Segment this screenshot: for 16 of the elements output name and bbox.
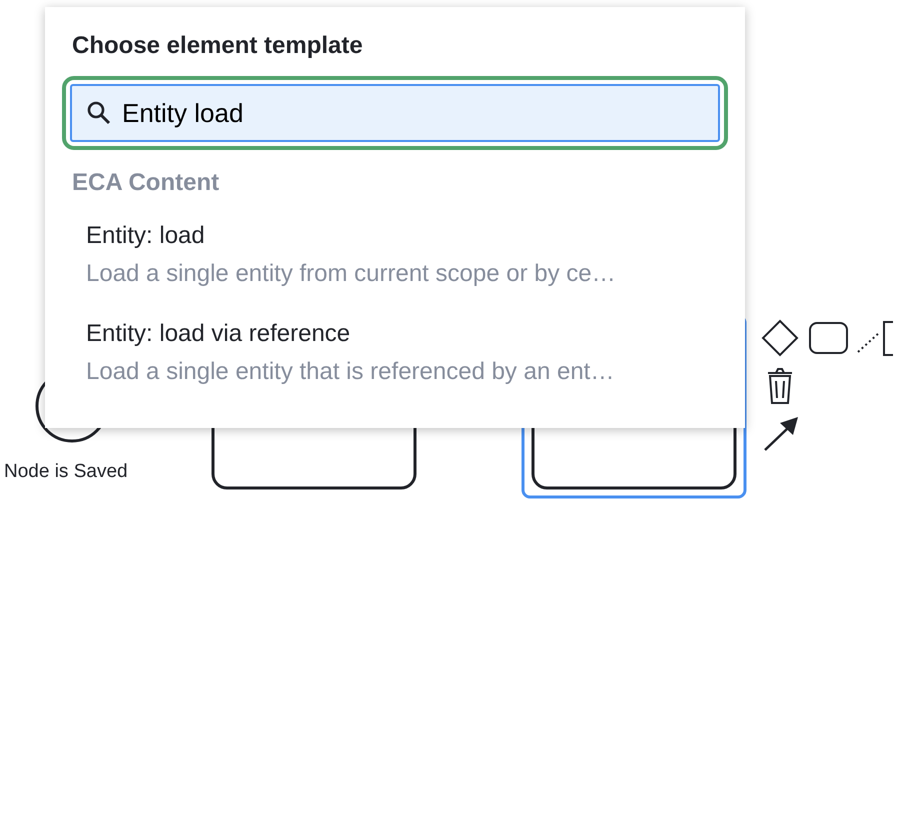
connect-arrow-icon[interactable]: [764, 417, 798, 451]
item-title: Entity: load: [86, 221, 206, 251]
item-description: Load a single entity from current scope or by ce…: [86, 259, 617, 289]
event-label: Node is Saved: [4, 460, 128, 484]
annotation-icon[interactable]: [857, 321, 893, 356]
item-title: Entity: load via reference: [86, 319, 352, 349]
task-icon[interactable]: [809, 322, 848, 354]
search-icon: [86, 100, 112, 126]
group-heading: ECA Content: [72, 168, 220, 198]
template-item[interactable]: Entity: load Load a single entity from current scope or by ce…: [86, 220, 728, 290]
gateway-icon[interactable]: [762, 320, 798, 356]
item-description: Load a single entity that is referenced by an ent…: [86, 357, 616, 387]
search-field[interactable]: Entity load: [70, 84, 720, 142]
trash-icon[interactable]: [767, 368, 793, 404]
popup-title: Choose element template: [72, 32, 364, 60]
template-item[interactable]: Entity: load via reference Load a single entity that is referenced by an ent…: [86, 318, 728, 388]
